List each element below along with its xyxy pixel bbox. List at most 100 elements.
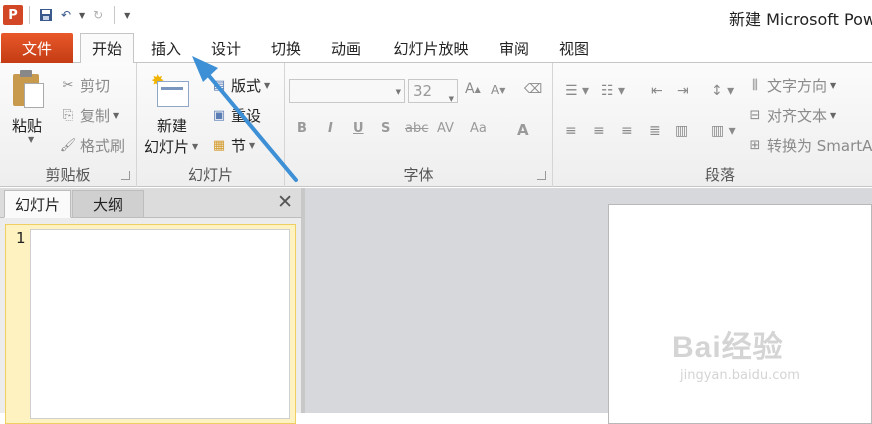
slides-group-label: 幻灯片 (187, 166, 233, 184)
new-slide-button[interactable]: 幻灯片 ▼ (144, 136, 198, 157)
distributed-icon[interactable]: ▥ (675, 123, 688, 139)
tab-insert[interactable]: 插入 (140, 33, 192, 63)
window-title: 新建 Microsoft Pow (729, 10, 872, 29)
grow-font-button[interactable]: A ▲ (465, 81, 481, 97)
line-spacing-icon[interactable]: ↕ ▾ (711, 83, 734, 99)
paragraph-group-label: 段落 (704, 166, 735, 184)
font-size-dropdown-icon[interactable]: ▼ (449, 88, 454, 110)
baidu-watermark: Bai经验 jingyan.baidu.com (672, 322, 872, 396)
align-text-button[interactable]: ⊟ 对齐文本 ▼ (747, 105, 837, 126)
redo-icon[interactable]: ↻ (88, 5, 108, 25)
thumbnail-list: 1 (0, 219, 301, 424)
convert-smartart-label: 转换为 SmartA (767, 137, 872, 155)
layout-label: 版式 (231, 77, 262, 95)
customize-qat-icon[interactable]: ▼ (124, 11, 130, 20)
tab-outline-pane[interactable]: 大纲 (72, 190, 144, 218)
text-direction-button[interactable]: ⫼ 文字方向 ▼ (747, 75, 836, 96)
tab-file[interactable]: 文件 (1, 33, 73, 63)
scissors-icon: ✂ (62, 78, 74, 93)
tab-slides-pane[interactable]: 幻灯片 (4, 190, 71, 218)
copy-icon: ⎘ (62, 108, 74, 123)
undo-icon[interactable]: ↶ (56, 5, 76, 25)
underline-button[interactable]: U (353, 121, 364, 136)
cut-label: 剪切 (80, 77, 111, 95)
clipboard-launcher-icon[interactable] (121, 171, 130, 180)
tab-animations[interactable]: 动画 (320, 33, 372, 63)
char-spacing-button[interactable]: AV (437, 121, 454, 136)
font-name-combo[interactable]: ▼ (289, 79, 405, 103)
smartart-icon: ⊞ (749, 138, 761, 153)
tab-design[interactable]: 设计 (200, 33, 252, 63)
slides-group: ✸ 新建 幻灯片▼ ▤版式▼ ▣重设 ▦节▼ 幻灯片 (137, 63, 285, 187)
paste-icon[interactable] (11, 70, 47, 110)
bold-button[interactable]: B (297, 121, 307, 136)
align-right-icon[interactable]: ≡ (621, 123, 633, 139)
numbering-icon[interactable]: ☷ ▾ (601, 83, 625, 99)
paste-button[interactable]: 粘贴 (12, 115, 42, 136)
align-text-icon: ⊟ (749, 108, 761, 123)
tab-review[interactable]: 审阅 (488, 33, 540, 63)
format-painter-label: 格式刷 (80, 137, 126, 155)
increase-indent-icon[interactable]: ⇥ (677, 83, 689, 99)
layout-icon: ▤ (212, 78, 226, 93)
shadow-button[interactable]: S (381, 121, 390, 136)
tab-view[interactable]: 视图 (548, 33, 600, 63)
section-button[interactable]: ▦ 节 ▼ (211, 135, 255, 156)
font-size-value: 32 (413, 82, 433, 100)
convert-smartart-button[interactable]: ⊞ 转换为 SmartA (747, 135, 872, 156)
format-painter-button[interactable]: 🖌 格式刷 (60, 135, 125, 156)
clipboard-group: 粘贴 ▼ ✂ 剪切 ⎘ 复制 ▼ 🖌 格式刷 剪贴板 (0, 63, 137, 187)
new-slide-label-line2: 幻灯片 (144, 138, 190, 156)
columns-icon[interactable]: ▥ ▾ (711, 123, 736, 139)
close-icon[interactable]: ✕ (277, 191, 293, 213)
copy-button[interactable]: ⎘ 复制 ▼ (60, 105, 119, 126)
cut-button[interactable]: ✂ 剪切 (60, 75, 110, 96)
shrink-font-icon: A (491, 83, 500, 97)
clear-formatting-button[interactable]: ⌫ (523, 81, 545, 97)
reset-label: 重设 (231, 107, 262, 125)
baidu-logo: Bai经验 (672, 331, 784, 364)
section-label: 节 (231, 137, 247, 155)
ribbon: 粘贴 ▼ ✂ 剪切 ⎘ 复制 ▼ 🖌格式刷 剪贴板 ✸ 新建 幻灯片▼ ▤ 版式 ▼ ▣ 重… (0, 63, 872, 187)
italic-button[interactable]: I (328, 121, 333, 136)
tab-transitions[interactable]: 切换 (260, 33, 312, 63)
baidu-url: jingyan.baidu.com (680, 368, 800, 383)
change-case-button[interactable]: Aa (470, 121, 487, 136)
text-direction-label: 文字方向 (767, 77, 828, 95)
align-text-label: 对齐文本 (767, 107, 828, 125)
clipboard-group-label: 剪贴板 (45, 166, 91, 184)
font-group: ▼ 32 ▼ A ▲ A ▼ ⌫ B I U S abc AV Aa A 字体 (285, 63, 553, 187)
brush-icon: 🖌 (59, 138, 77, 153)
strikethrough-button[interactable]: abc (405, 121, 428, 136)
slide-thumbnail[interactable] (30, 229, 290, 419)
font-color-button[interactable]: A (517, 121, 529, 139)
font-size-combo[interactable]: 32 ▼ (408, 79, 458, 103)
copy-label: 复制 (80, 107, 111, 125)
decrease-indent-icon[interactable]: ⇤ (651, 83, 663, 99)
pane-tab-row: 幻灯片 大纲 ✕ (0, 188, 301, 218)
font-name-dropdown-icon[interactable]: ▼ (396, 88, 401, 96)
font-group-label: 字体 (403, 166, 434, 184)
powerpoint-logo-icon[interactable]: P (3, 5, 23, 25)
grow-font-icon: A (465, 81, 475, 97)
save-icon[interactable] (36, 5, 56, 25)
bullets-icon[interactable]: ☰ ▾ (565, 83, 589, 99)
new-slide-label-line1[interactable]: 新建 (157, 115, 187, 136)
shrink-font-button[interactable]: A ▼ (491, 83, 505, 97)
new-slide-icon[interactable]: ✸ (151, 71, 191, 111)
title-bar: P ↶ ▼ ↻ ▼ 新建 Microsoft Pow (0, 0, 872, 30)
layout-button[interactable]: ▤ 版式 ▼ (211, 75, 270, 96)
reset-icon: ▣ (212, 108, 226, 123)
reset-button[interactable]: ▣ 重设 (211, 105, 261, 126)
tab-home[interactable]: 开始 (80, 33, 134, 64)
slides-pane: 幻灯片 大纲 ✕ 1 (0, 188, 301, 424)
justify-icon[interactable]: ≣ (649, 123, 661, 139)
qat-separator (114, 6, 116, 24)
clear-formatting-icon: ⌫ (523, 81, 543, 97)
tab-slideshow[interactable]: 幻灯片放映 (384, 33, 478, 63)
font-launcher-icon[interactable] (537, 171, 546, 180)
paste-dropdown-icon[interactable]: ▼ (25, 135, 34, 144)
align-left-icon[interactable]: ≡ (565, 123, 577, 139)
align-center-icon[interactable]: ≡ (593, 123, 605, 139)
undo-dropdown-icon[interactable]: ▼ (79, 11, 85, 20)
